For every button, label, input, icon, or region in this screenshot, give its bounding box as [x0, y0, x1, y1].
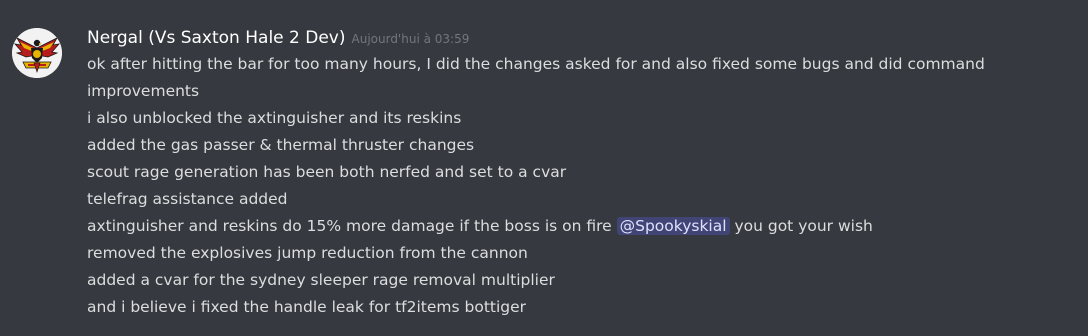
message-header: Nergal (Vs Saxton Hale 2 Dev) Aujourd'hui…	[87, 25, 469, 52]
message-line-with-mention: axtinguisher and reskins do 15% more dam…	[87, 213, 1077, 240]
message-line: and i believe i fixed the handle leak fo…	[87, 298, 527, 316]
timestamp: Aujourd'hui à 03:59	[351, 32, 470, 46]
eagle-emblem-icon	[12, 28, 62, 78]
message-line: removed the explosives jump reduction fr…	[87, 244, 528, 262]
chat-message: Nergal (Vs Saxton Hale 2 Dev) Aujourd'hui…	[0, 0, 1088, 336]
message-line: telefrag assistance added	[87, 190, 288, 208]
user-avatar[interactable]	[12, 28, 62, 78]
message-line: i also unblocked the axtinguisher and it…	[87, 109, 462, 127]
message-line: improvements	[87, 82, 200, 100]
message-line: added a cvar for the sydney sleeper rage…	[87, 271, 555, 289]
message-text: axtinguisher and reskins do 15% more dam…	[87, 217, 617, 235]
user-mention[interactable]: @Spookyskial	[616, 217, 730, 235]
message-content: ok after hitting the bar for too many ho…	[87, 51, 1077, 321]
message-line: scout rage generation has been both nerf…	[87, 163, 567, 181]
message-line: added the gas passer & thermal thruster …	[87, 136, 475, 154]
username[interactable]: Nergal (Vs Saxton Hale 2 Dev)	[87, 28, 346, 48]
message-line: ok after hitting the bar for too many ho…	[87, 55, 985, 73]
message-text: you got your wish	[729, 217, 873, 235]
